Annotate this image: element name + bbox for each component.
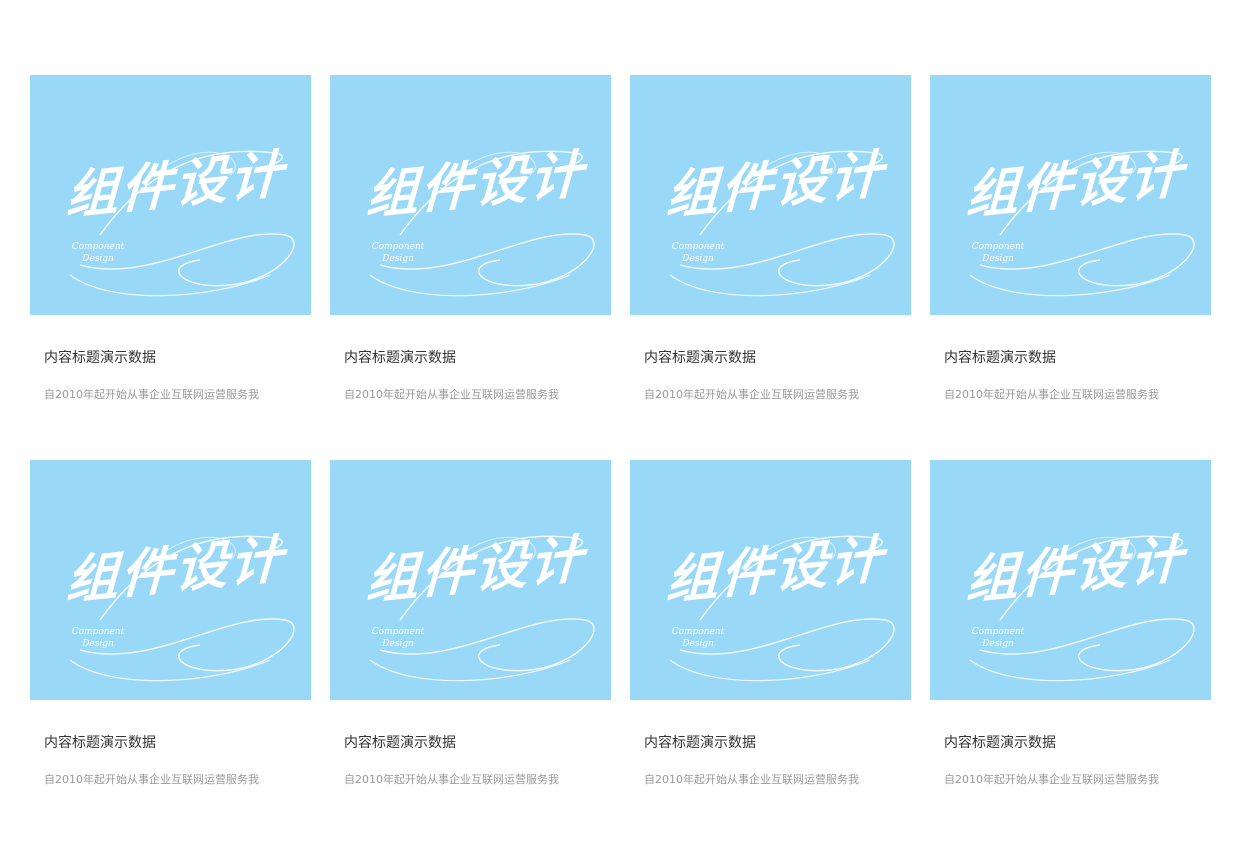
card-thumbnail[interactable]: 组件设计 Component Design [330, 460, 611, 700]
card-title[interactable]: 内容标题演示数据 [344, 349, 611, 367]
card-description: 自2010年起开始从事企业互联网运营服务我 [944, 388, 1159, 401]
card-thumbnail[interactable]: 组件设计 Component Design [930, 75, 1211, 315]
thumbnail-logo-subtitle: Component Design [70, 241, 126, 265]
card-title[interactable]: 内容标题演示数据 [344, 734, 611, 752]
card-description: 自2010年起开始从事企业互联网运营服务我 [44, 773, 259, 786]
thumbnail-logo-subtitle-line: Component [71, 242, 125, 252]
thumbnail-logo-subtitle-line: Design [682, 639, 714, 649]
card-title[interactable]: 内容标题演示数据 [944, 349, 1211, 367]
thumbnail-logo-subtitle-line: Design [82, 254, 114, 264]
content-card[interactable]: 组件设计 Component Design 内容标题演示数据 自2010年起开始… [330, 75, 611, 460]
card-title[interactable]: 内容标题演示数据 [44, 734, 311, 752]
card-thumbnail[interactable]: 组件设计 Component Design [30, 460, 311, 700]
content-card[interactable]: 组件设计 Component Design 内容标题演示数据 自2010年起开始… [30, 460, 311, 845]
card-description: 自2010年起开始从事企业互联网运营服务我 [944, 773, 1159, 786]
thumbnail-logo-subtitle: Component Design [970, 241, 1026, 265]
thumbnail-logo-subtitle: Component Design [370, 626, 426, 650]
card-thumbnail[interactable]: 组件设计 Component Design [30, 75, 311, 315]
thumbnail-logo-subtitle-line: Component [671, 627, 725, 637]
card-description: 自2010年起开始从事企业互联网运营服务我 [644, 773, 859, 786]
thumbnail-logo-subtitle-line: Design [982, 639, 1014, 649]
thumbnail-logo-subtitle: Component Design [670, 626, 726, 650]
card-title[interactable]: 内容标题演示数据 [944, 734, 1211, 752]
content-card[interactable]: 组件设计 Component Design 内容标题演示数据 自2010年起开始… [630, 460, 911, 845]
thumbnail-logo-subtitle: Component Design [70, 626, 126, 650]
card-title[interactable]: 内容标题演示数据 [644, 734, 911, 752]
content-card[interactable]: 组件设计 Component Design 内容标题演示数据 自2010年起开始… [930, 460, 1211, 845]
card-title[interactable]: 内容标题演示数据 [44, 349, 311, 367]
card-thumbnail[interactable]: 组件设计 Component Design [630, 460, 911, 700]
thumbnail-logo-subtitle-line: Component [971, 242, 1025, 252]
content-card[interactable]: 组件设计 Component Design 内容标题演示数据 自2010年起开始… [930, 75, 1211, 460]
thumbnail-logo-subtitle-line: Component [371, 627, 425, 637]
card-description: 自2010年起开始从事企业互联网运营服务我 [644, 388, 859, 401]
thumbnail-logo-subtitle: Component Design [970, 626, 1026, 650]
thumbnail-logo-subtitle-line: Component [671, 242, 725, 252]
card-description: 自2010年起开始从事企业互联网运营服务我 [344, 388, 559, 401]
content-card[interactable]: 组件设计 Component Design 内容标题演示数据 自2010年起开始… [30, 75, 311, 460]
card-description: 自2010年起开始从事企业互联网运营服务我 [344, 773, 559, 786]
content-card[interactable]: 组件设计 Component Design 内容标题演示数据 自2010年起开始… [330, 460, 611, 845]
thumbnail-logo-subtitle-line: Component [371, 242, 425, 252]
thumbnail-logo-subtitle-line: Component [971, 627, 1025, 637]
thumbnail-logo-subtitle-line: Design [382, 639, 414, 649]
card-description: 自2010年起开始从事企业互联网运营服务我 [44, 388, 259, 401]
card-thumbnail[interactable]: 组件设计 Component Design [930, 460, 1211, 700]
card-thumbnail[interactable]: 组件设计 Component Design [330, 75, 611, 315]
thumbnail-logo-subtitle-line: Design [682, 254, 714, 264]
thumbnail-logo-subtitle-line: Design [82, 639, 114, 649]
thumbnail-logo-subtitle-line: Component [71, 627, 125, 637]
card-thumbnail[interactable]: 组件设计 Component Design [630, 75, 911, 315]
thumbnail-logo-subtitle: Component Design [670, 241, 726, 265]
thumbnail-logo-subtitle-line: Design [382, 254, 414, 264]
thumbnail-logo-subtitle: Component Design [370, 241, 426, 265]
card-title[interactable]: 内容标题演示数据 [644, 349, 911, 367]
card-grid: 组件设计 Component Design 内容标题演示数据 自2010年起开始… [30, 75, 1212, 845]
content-card[interactable]: 组件设计 Component Design 内容标题演示数据 自2010年起开始… [630, 75, 911, 460]
thumbnail-logo-subtitle-line: Design [982, 254, 1014, 264]
